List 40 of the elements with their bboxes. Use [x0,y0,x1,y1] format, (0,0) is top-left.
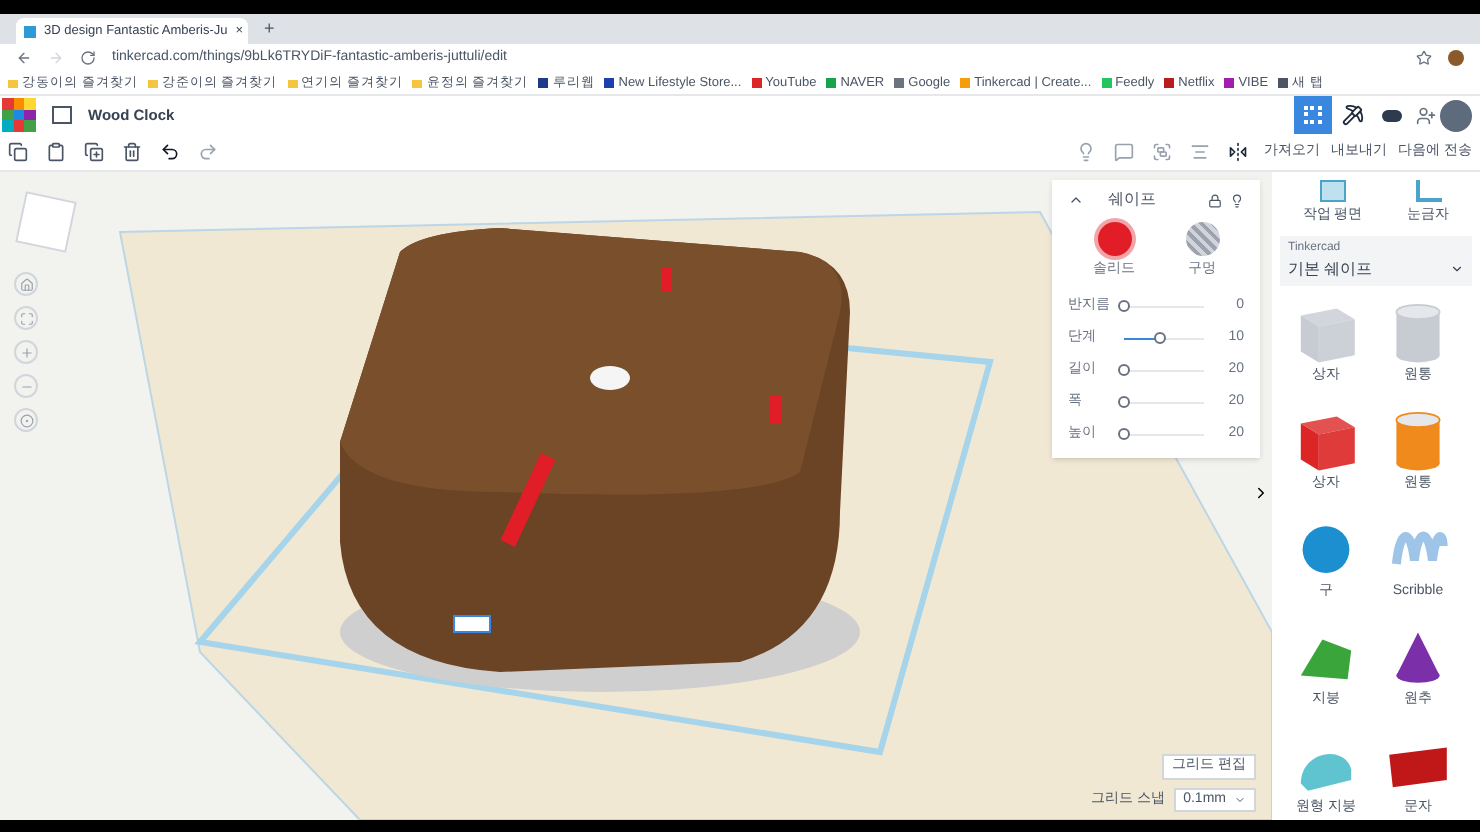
avatar-icon[interactable] [1440,99,1472,131]
align-icon[interactable] [1190,142,1210,162]
design-list-icon[interactable] [52,106,72,124]
trash-icon[interactable] [122,142,142,162]
note-icon[interactable] [1114,142,1134,162]
folder-icon [147,79,158,87]
measurement-label [453,615,491,633]
folder-icon [287,79,298,87]
expand-panel-icon[interactable] [1252,484,1270,502]
pickaxe-icon[interactable] [1341,104,1363,126]
star-icon[interactable] [1416,50,1432,66]
parameter-slider[interactable] [1124,396,1204,408]
duplicate-icon[interactable] [84,142,104,162]
redo-icon[interactable] [198,142,218,162]
undo-icon[interactable] [160,142,180,162]
parameter-slider[interactable] [1124,364,1204,376]
light-bulb-icon[interactable] [1230,193,1244,207]
logo-icon[interactable] [2,98,36,132]
paste-icon[interactable] [46,142,66,162]
copy-icon[interactable] [8,142,28,162]
parameter-slider[interactable] [1124,332,1204,344]
collapse-icon[interactable] [1068,192,1084,208]
group-icon[interactable] [1152,142,1172,162]
parameter-slider[interactable] [1124,428,1204,440]
user-add-icon[interactable] [1416,105,1436,125]
dropdown-icon [1450,262,1464,276]
new-tab-button[interactable]: + [264,15,275,43]
inspector-title: 쉐이프 [1108,188,1156,212]
reload-icon[interactable] [80,50,96,66]
mirror-icon[interactable] [1228,142,1248,162]
folder-icon [8,79,18,87]
lock-icon[interactable] [1208,193,1222,207]
folder-icon [412,79,423,87]
back-icon[interactable] [16,50,32,66]
parameter-slider[interactable] [1124,300,1204,312]
dropdown-icon [1234,793,1246,806]
grid-view-icon[interactable] [1294,96,1332,134]
brick-icon[interactable] [1382,109,1402,121]
profile-icon[interactable] [1448,50,1464,66]
tinkercad-logo-icon [24,25,36,37]
